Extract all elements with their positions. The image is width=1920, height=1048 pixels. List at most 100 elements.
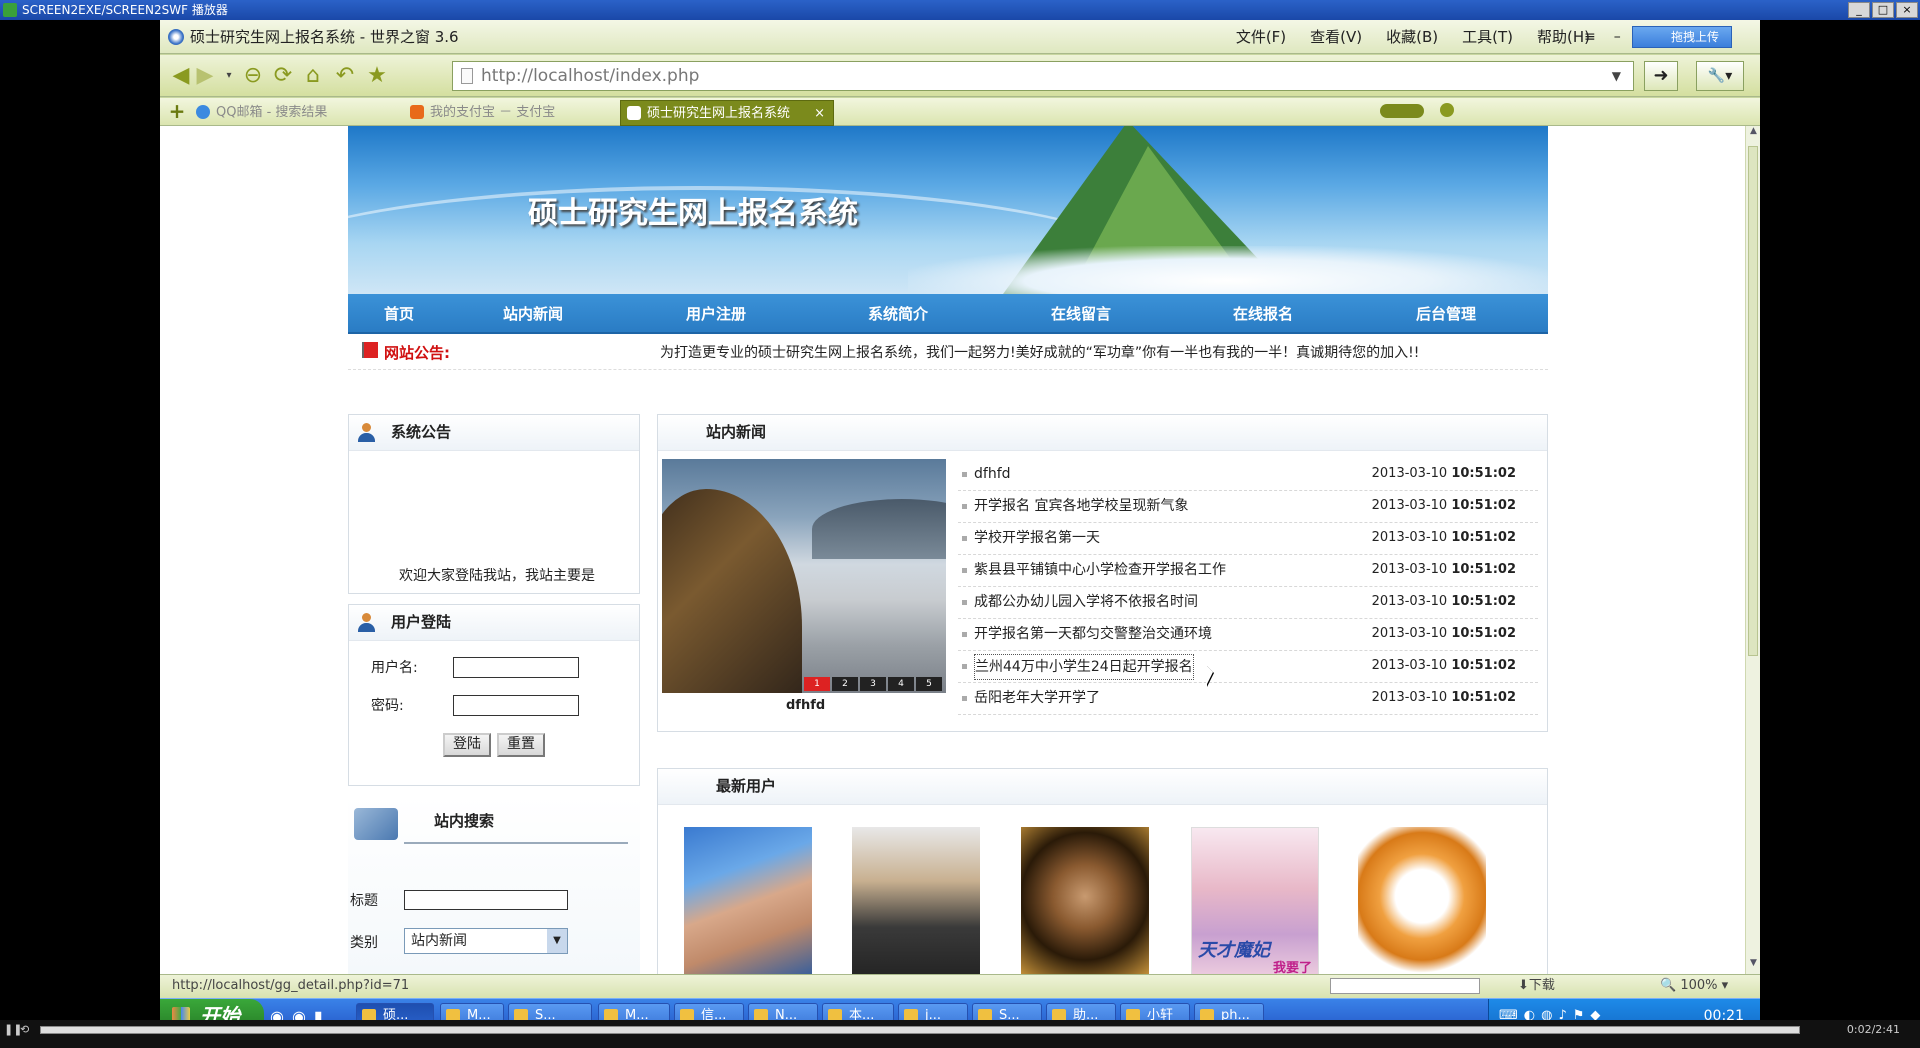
news-title[interactable]: 开学报名第一天都匀交警整治交通环境 <box>974 619 1212 649</box>
news-title[interactable]: 紫县县平铺镇中心小学检查开学报名工作 <box>974 555 1226 585</box>
taskbar-item[interactable]: 信... <box>674 1003 744 1020</box>
download-button[interactable]: ⬇下载 <box>1518 975 1555 997</box>
address-bar[interactable]: http://localhost/index.php ▼ <box>452 61 1634 91</box>
news-item[interactable]: 开学报名第一天都匀交警整治交通环境 2013-03-10 10:51:02 <box>958 619 1538 651</box>
news-item[interactable]: 紫县县平铺镇中心小学检查开学报名工作 2013-03-10 10:51:02 <box>958 555 1538 587</box>
slide-number-3[interactable]: 3 <box>860 677 886 691</box>
news-slideshow[interactable]: 1 2 3 4 5 <box>662 459 946 693</box>
news-title[interactable]: 学校开学报名第一天 <box>974 523 1100 553</box>
tools-button[interactable]: 🔧▾ <box>1696 61 1744 91</box>
address-dropdown-icon[interactable]: ▼ <box>1612 62 1621 90</box>
slide-caption[interactable]: dfhfd <box>786 698 825 713</box>
replay-icon[interactable]: ⟲ <box>20 1023 29 1036</box>
player-title-text: SCREEN2EXE/SCREEN2SWF 播放器 <box>22 3 228 17</box>
site-nav: 首页 站内新闻 用户注册 系统简介 在线留言 在线报名 后台管理 <box>348 294 1548 334</box>
taskbar-item[interactable]: N... <box>748 1003 818 1020</box>
scroll-thumb[interactable] <box>1748 146 1758 656</box>
user-avatar[interactable] <box>1358 827 1486 974</box>
nav-register[interactable]: 用户注册 <box>686 294 746 334</box>
taskbar-item[interactable]: S... <box>508 1003 592 1020</box>
taskbar-item[interactable]: 本... <box>822 1003 894 1020</box>
status-url: http://localhost/gg_detail.php?id=71 <box>172 978 410 993</box>
slide-number-1[interactable]: 1 <box>804 677 830 691</box>
news-title[interactable]: 岳阳老年大学开学了 <box>974 683 1100 713</box>
nav-guestbook[interactable]: 在线留言 <box>1051 294 1111 334</box>
nav-online-enroll[interactable]: 在线报名 <box>1233 294 1293 334</box>
quick-launch-icons[interactable]: ◉◉▮ <box>270 1007 331 1020</box>
reset-button[interactable]: 重置 <box>497 733 545 757</box>
search-panel: 站内搜索 标题 类别 站内新闻 ▼ <box>348 796 640 974</box>
taskbar-item[interactable]: S... <box>972 1003 1042 1020</box>
taskbar-item[interactable]: M... <box>440 1003 504 1020</box>
user-avatar[interactable] <box>852 827 980 974</box>
forward-icon[interactable]: ▶ <box>192 63 218 89</box>
refresh-icon[interactable]: ⟳ <box>270 63 296 89</box>
search-title-input[interactable] <box>404 890 568 910</box>
close-button[interactable]: × <box>1896 2 1918 18</box>
tab-menu-icon[interactable] <box>1440 103 1454 117</box>
taskbar-item[interactable]: M... <box>598 1003 670 1020</box>
news-item[interactable]: 成都公办幼儿园入学将不依报名时间 2013-03-10 10:51:02 <box>958 587 1538 619</box>
username-label: 用户名: <box>371 660 418 676</box>
start-button[interactable]: 开始 <box>160 999 264 1020</box>
taskbar-item[interactable]: ph... <box>1194 1003 1264 1020</box>
favorites-star-icon[interactable]: ★ <box>364 63 390 89</box>
scroll-up-icon[interactable]: ▲ <box>1746 126 1760 142</box>
search-category-select[interactable]: 站内新闻 ▼ <box>404 928 568 954</box>
menu-file[interactable]: 文件(F) <box>1236 28 1286 46</box>
playback-progress[interactable] <box>40 1026 1800 1034</box>
forward-dropdown-icon[interactable]: ▾ <box>216 63 242 89</box>
news-title[interactable]: 兰州44万中小学生24日起开学报名 <box>974 654 1194 680</box>
news-item[interactable]: 兰州44万中小学生24日起开学报名 2013-03-10 10:51:02 <box>958 651 1538 683</box>
tab-scroll-icon[interactable] <box>1380 104 1424 118</box>
chevron-down-icon[interactable]: ▼ <box>547 929 567 953</box>
taskbar-item[interactable]: 小轩 <box>1120 1003 1190 1020</box>
close-tab-icon[interactable]: × <box>814 101 825 127</box>
tab-alipay[interactable]: 我的支付宝 － 支付宝 <box>404 100 616 126</box>
minimize-button[interactable]: _ <box>1848 2 1870 18</box>
menu-tools[interactable]: 工具(T) <box>1462 28 1513 46</box>
user-avatar[interactable]: 天才魔妃 我要了 <box>1191 827 1319 974</box>
taskbar-item[interactable]: 助... <box>1046 1003 1116 1020</box>
news-title[interactable]: dfhfd <box>974 459 1011 489</box>
news-title[interactable]: 开学报名 宜宾各地学校呈现新气象 <box>974 491 1188 521</box>
new-tab-button[interactable]: + <box>166 100 188 122</box>
drag-upload-button[interactable]: 拖拽上传 <box>1632 26 1732 48</box>
nav-news[interactable]: 站内新闻 <box>503 294 563 334</box>
browser-minimize-button[interactable]: – <box>1614 29 1621 45</box>
username-input[interactable] <box>453 657 579 678</box>
back-icon[interactable]: ◀ <box>168 63 194 89</box>
user-avatar[interactable] <box>1021 827 1149 974</box>
stop-icon[interactable]: ⊖ <box>240 63 266 89</box>
user-avatar[interactable] <box>684 827 812 974</box>
browser-menu-icon[interactable]: ≡ <box>1584 29 1596 45</box>
news-item[interactable]: 学校开学报名第一天 2013-03-10 10:51:02 <box>958 523 1538 555</box>
taskbar-item[interactable]: j... <box>898 1003 968 1020</box>
nav-home[interactable]: 首页 <box>384 294 414 334</box>
news-item[interactable]: 岳阳老年大学开学了 2013-03-10 10:51:02 <box>958 683 1538 715</box>
undo-close-icon[interactable]: ↶ <box>332 63 358 89</box>
status-search-box[interactable] <box>1330 978 1480 994</box>
slide-number-5[interactable]: 5 <box>916 677 942 691</box>
login-button[interactable]: 登陆 <box>443 733 491 757</box>
news-item[interactable]: dfhfd 2013-03-10 10:51:02 <box>958 459 1538 491</box>
slide-number-4[interactable]: 4 <box>888 677 914 691</box>
go-button[interactable]: ➜ <box>1644 61 1678 91</box>
nav-admin[interactable]: 后台管理 <box>1416 294 1476 334</box>
slide-number-2[interactable]: 2 <box>832 677 858 691</box>
taskbar-item[interactable]: 硕... <box>356 1003 434 1020</box>
menu-favorites[interactable]: 收藏(B) <box>1386 28 1438 46</box>
scroll-down-icon[interactable]: ▼ <box>1746 958 1760 974</box>
news-title[interactable]: 成都公办幼儿园入学将不依报名时间 <box>974 587 1198 617</box>
page-scrollbar[interactable]: ▲ ▼ <box>1745 126 1760 974</box>
nav-about[interactable]: 系统简介 <box>868 294 928 334</box>
tab-enrollment-system[interactable]: 硕士研究生网上报名系统 × <box>620 100 834 126</box>
tab-qq-mail[interactable]: QQ邮箱 - 搜索结果 <box>190 100 400 126</box>
home-icon[interactable]: ⌂ <box>300 63 326 89</box>
news-item[interactable]: 开学报名 宜宾各地学校呈现新气象 2013-03-10 10:51:02 <box>958 491 1538 523</box>
password-input[interactable] <box>453 695 579 716</box>
tray-icons[interactable]: ⌨◐◍♪⚑◆ <box>1499 999 1606 1020</box>
zoom-control[interactable]: 🔍 100% ▾ <box>1660 975 1728 997</box>
maximize-button[interactable]: □ <box>1872 2 1894 18</box>
menu-view[interactable]: 查看(V) <box>1310 28 1362 46</box>
